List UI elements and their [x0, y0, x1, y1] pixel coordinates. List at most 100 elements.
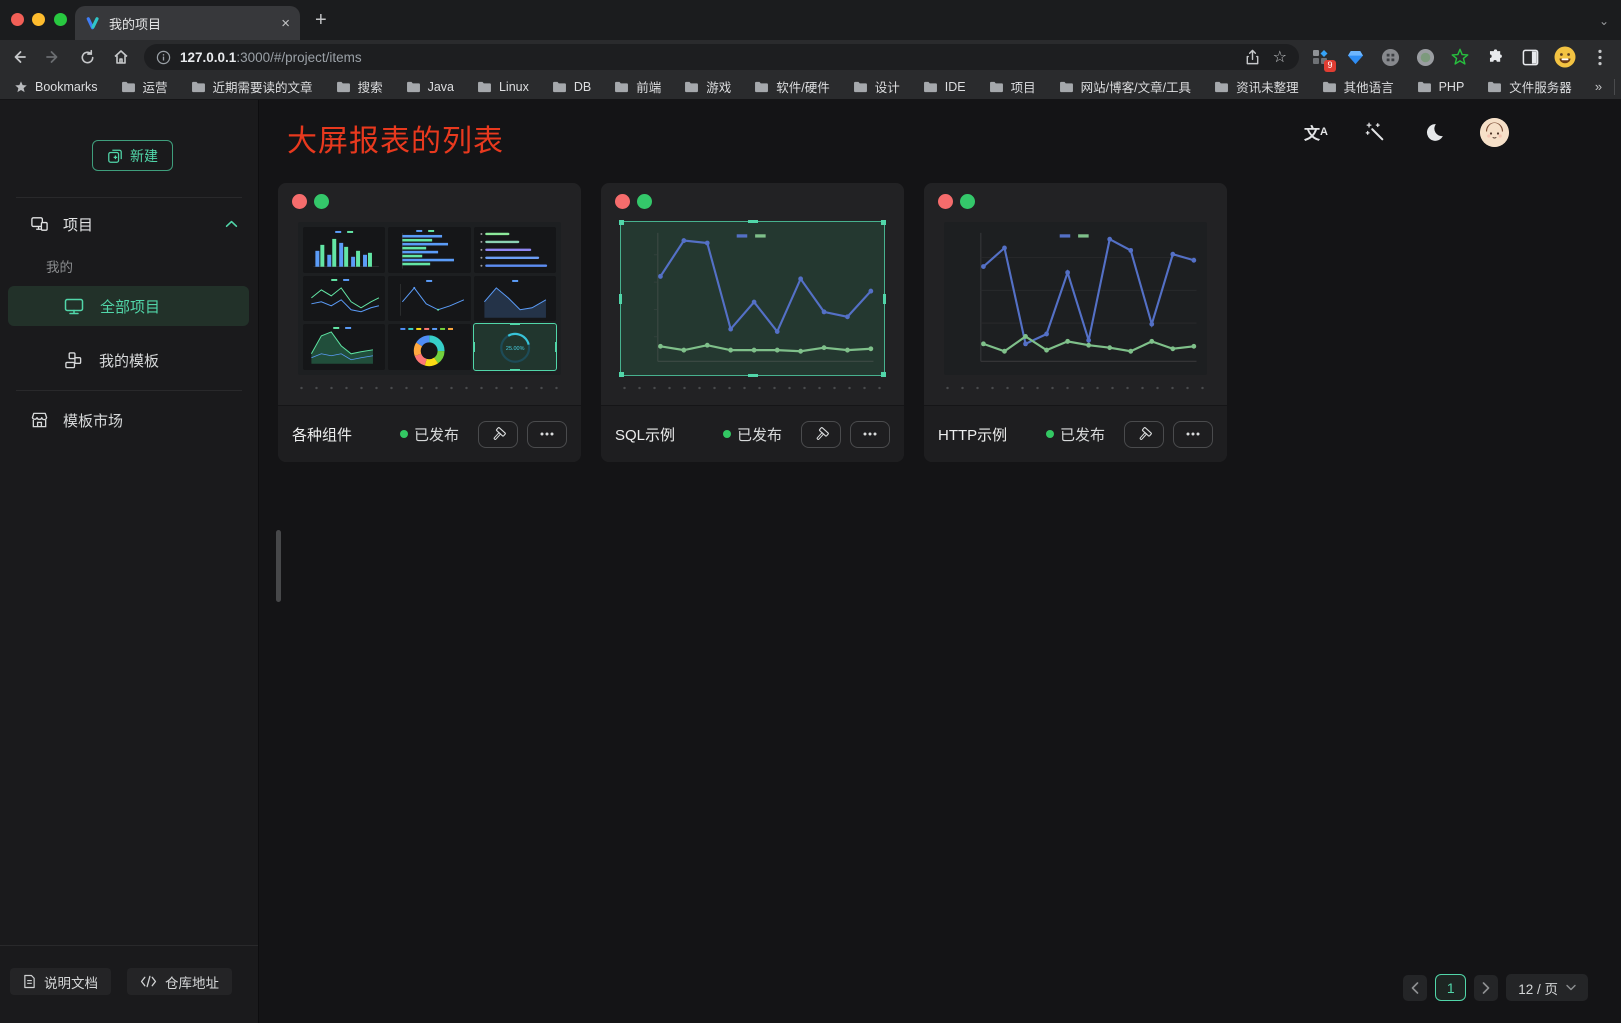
extensions-puzzle-icon[interactable]: [1484, 46, 1506, 68]
edit-project-button[interactable]: [1124, 421, 1164, 448]
bookmarks-overflow-icon[interactable]: »: [1595, 79, 1602, 94]
edit-project-button[interactable]: [801, 421, 841, 448]
page-title: 大屏报表的列表: [287, 116, 504, 160]
current-page-button[interactable]: 1: [1435, 974, 1466, 1001]
bookmark-folder[interactable]: 文件服务器: [1487, 77, 1572, 96]
side-panel-icon[interactable]: [1519, 46, 1541, 68]
card-footer: 各种组件 已发布: [278, 405, 581, 462]
sidebar-group-projects[interactable]: 项目: [30, 208, 238, 240]
forward-icon[interactable]: [38, 44, 68, 70]
bookmark-folder[interactable]: 设计: [853, 77, 900, 96]
sidebar-item-my-templates[interactable]: 我的模板: [8, 340, 249, 380]
project-card[interactable]: 25.00% 各种组件 已发布: [278, 183, 581, 462]
project-card-list: 25.00% 各种组件 已发布: [278, 183, 1227, 462]
scrollbar-thumb[interactable]: [276, 530, 281, 602]
tab-close-icon[interactable]: ×: [281, 16, 290, 31]
browser-menu-icon[interactable]: [1589, 46, 1611, 68]
selection-handle: [619, 220, 624, 225]
bookmark-folder[interactable]: 软件/硬件: [754, 77, 829, 96]
extension-circle-green-icon[interactable]: [1414, 46, 1436, 68]
url-text[interactable]: 127.0.0.1:3000/#/project/items: [180, 50, 1232, 65]
canvas-dots: [617, 386, 888, 390]
extension-gem-icon[interactable]: [1344, 46, 1366, 68]
more-actions-button[interactable]: [527, 421, 567, 448]
page-size-select[interactable]: 12 / 页: [1506, 974, 1588, 1001]
chevron-up-icon[interactable]: [225, 220, 238, 228]
macos-close-button[interactable]: [11, 13, 24, 26]
bookmark-label: 资讯未整理: [1236, 77, 1299, 96]
new-project-button[interactable]: 新建: [92, 140, 173, 171]
bookmark-folder[interactable]: 前端: [614, 77, 661, 96]
dark-mode-moon-icon[interactable]: [1421, 119, 1447, 145]
preview-line-chart: [388, 276, 470, 322]
bookmark-folder[interactable]: 游戏: [684, 77, 731, 96]
bookmark-label: 项目: [1011, 77, 1036, 96]
macos-minimize-button[interactable]: [32, 13, 45, 26]
project-card[interactable]: HTTP示例 已发布: [924, 183, 1227, 462]
storefront-icon: [30, 411, 49, 429]
tab-search-icon[interactable]: ⌄: [1599, 14, 1609, 28]
projects-icon: [30, 215, 49, 234]
language-icon[interactable]: 文A: [1303, 119, 1329, 145]
reload-icon[interactable]: [72, 44, 102, 70]
bookmark-star-icon[interactable]: ☆: [1273, 47, 1287, 67]
preview-area-chart: [474, 276, 556, 322]
card-preview-dashboard[interactable]: 25.00%: [298, 222, 561, 375]
card-green-dot: [637, 194, 652, 209]
bookmark-folder[interactable]: Java: [406, 80, 454, 94]
preview-gauge-chart-selected: 25.00%: [474, 324, 556, 370]
selection-handle: [881, 372, 886, 377]
sidebar-item-label: 我的模板: [99, 350, 159, 371]
sidebar-item-template-market[interactable]: 模板市场: [30, 404, 238, 436]
bookmarks-manager[interactable]: Bookmarks: [14, 80, 98, 94]
bookmark-folder[interactable]: 运营: [121, 77, 168, 96]
more-actions-button[interactable]: [850, 421, 890, 448]
more-actions-button[interactable]: [1173, 421, 1213, 448]
bookmark-label: 前端: [636, 77, 661, 96]
card-preview-line-chart[interactable]: [944, 222, 1207, 375]
sidebar-item-all-projects[interactable]: 全部项目: [8, 286, 249, 326]
status-dot: [723, 430, 731, 438]
header-actions: 文A: [1303, 117, 1509, 147]
bookmark-folder[interactable]: IDE: [923, 80, 966, 94]
bookmark-folder[interactable]: 网站/博客/文章/工具: [1059, 77, 1191, 96]
extension-grid-icon[interactable]: 9: [1309, 46, 1331, 68]
site-info-icon[interactable]: [156, 50, 171, 65]
bookmark-folder[interactable]: DB: [552, 80, 591, 94]
browser-tab[interactable]: 我的项目 ×: [75, 6, 300, 40]
card-red-dot: [292, 194, 307, 209]
macos-zoom-button[interactable]: [54, 13, 67, 26]
bookmark-folder[interactable]: 资讯未整理: [1214, 77, 1299, 96]
bookmark-folder[interactable]: 近期需要读的文章: [191, 77, 313, 96]
extension-circle-dark-icon[interactable]: [1379, 46, 1401, 68]
address-bar[interactable]: 127.0.0.1:3000/#/project/items ☆: [144, 44, 1299, 70]
back-icon[interactable]: [4, 44, 34, 70]
new-tab-button[interactable]: +: [315, 10, 327, 30]
share-icon[interactable]: [1244, 49, 1261, 66]
bookmark-folder[interactable]: PHP: [1417, 80, 1465, 94]
page-size-value: 12 / 页: [1518, 978, 1558, 998]
bookmark-folder[interactable]: 项目: [989, 77, 1036, 96]
edit-project-button[interactable]: [478, 421, 518, 448]
bookmark-folder[interactable]: Linux: [477, 80, 529, 94]
extension-star-green-icon[interactable]: [1449, 46, 1471, 68]
repo-button[interactable]: 仓库地址: [127, 968, 232, 995]
prev-page-button[interactable]: [1403, 975, 1427, 1001]
profile-avatar-icon[interactable]: [1554, 46, 1576, 68]
card-preview-line-chart-selected[interactable]: [621, 222, 884, 375]
repo-button-label: 仓库地址: [165, 972, 219, 992]
docs-button[interactable]: 说明文档: [10, 968, 111, 995]
extensions-area: 9: [1309, 46, 1611, 68]
template-icon: [64, 351, 83, 370]
bookmark-folder[interactable]: 其他语言: [1322, 77, 1394, 96]
selection-handle: [474, 342, 475, 352]
user-avatar[interactable]: [1480, 118, 1509, 147]
magic-wand-icon[interactable]: [1362, 119, 1388, 145]
url-host: 127.0.0.1: [180, 50, 236, 65]
next-page-button[interactable]: [1474, 975, 1498, 1001]
favicon: [85, 16, 100, 31]
project-card[interactable]: SQL示例 已发布: [601, 183, 904, 462]
home-icon[interactable]: [106, 44, 136, 70]
bookmark-folder[interactable]: 搜索: [336, 77, 383, 96]
selection-handle: [619, 372, 624, 377]
